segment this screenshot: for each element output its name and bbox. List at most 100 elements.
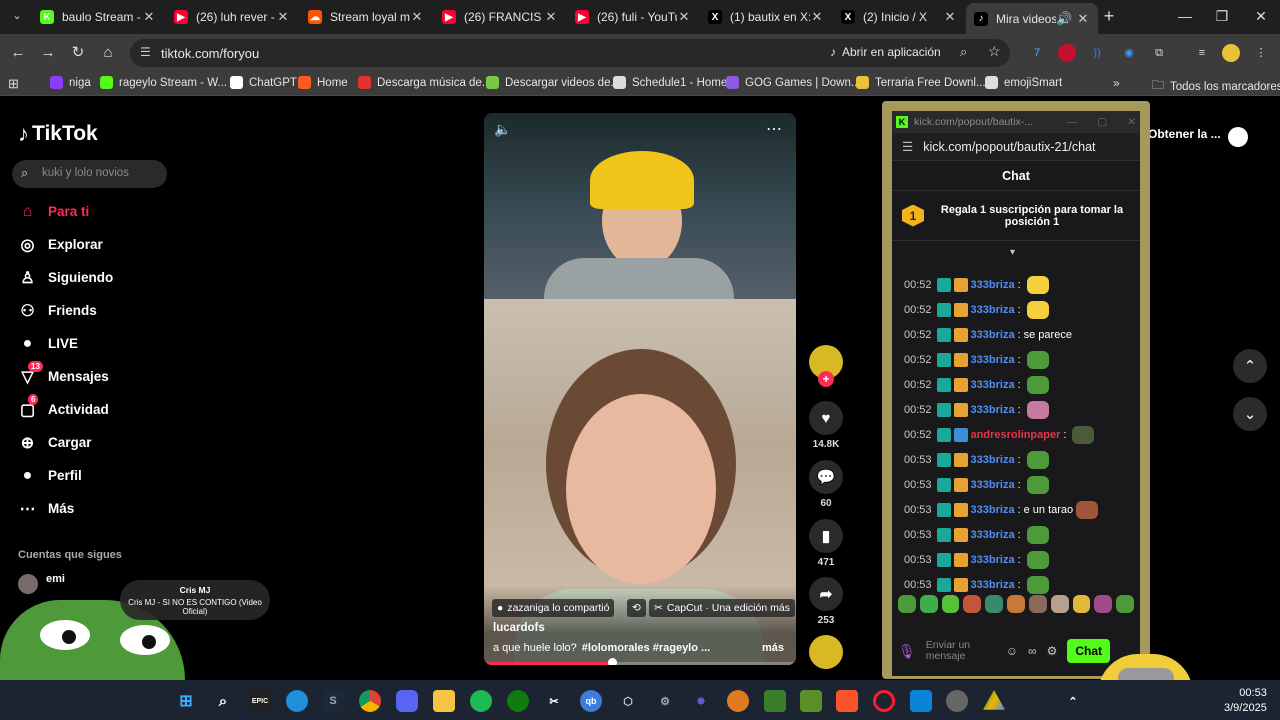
emote-picker-item-icon[interactable] <box>919 595 938 613</box>
site-info-icon[interactable]: ☰ <box>140 45 151 59</box>
next-video-button[interactable]: ⌄ <box>1233 397 1267 431</box>
tab-close-icon[interactable]: ✕ <box>943 9 957 25</box>
bookmark-item[interactable]: Descarga música de... <box>358 76 491 89</box>
pinned-collapse-icon[interactable]: ▾ <box>1010 247 1015 258</box>
emote-picker-item-icon[interactable] <box>963 595 982 613</box>
kick-url[interactable]: kick.com/popout/bautix-21/chat <box>923 140 1095 154</box>
media-control-icon[interactable]: ≡ <box>1193 44 1211 62</box>
opera-icon[interactable] <box>873 690 895 712</box>
extension-2-icon[interactable] <box>1058 44 1076 62</box>
chat-message[interactable]: 00:52 andresrolinpaper: <box>904 425 1095 445</box>
emote-picker-item-icon[interactable] <box>898 595 916 613</box>
emoji-icon[interactable]: ☺ <box>1006 644 1018 658</box>
bookmark-item[interactable]: Terraria Free Downl... <box>856 76 986 89</box>
app-hex-icon[interactable]: ✸ <box>690 690 712 712</box>
gift-sub-banner[interactable]: 1 Regala 1 suscripción para tomar la pos… <box>892 191 1140 241</box>
chat-message[interactable]: 00:52 333briza: <box>904 275 1049 295</box>
nav-item-siguiendo[interactable]: ♙ Siguiendo <box>18 268 113 287</box>
edge-icon[interactable] <box>286 690 308 712</box>
chat-username[interactable]: 333briza <box>971 304 1015 316</box>
bookmarks-overflow-icon[interactable]: » <box>1113 76 1120 90</box>
bookmark-item[interactable]: GOG Games | Down... <box>726 76 860 89</box>
tab-close-icon[interactable]: ✕ <box>410 9 424 25</box>
address-url[interactable]: tiktok.com/foryou <box>161 46 259 61</box>
previous-video-button[interactable]: ⌃ <box>1233 349 1267 383</box>
followed-account-name[interactable]: emi <box>46 573 65 585</box>
tray-overflow-icon[interactable]: ⌃ <box>1062 690 1084 712</box>
nav-item-explorar[interactable]: ◎ Explorar <box>18 235 103 254</box>
nav-item-para-ti[interactable]: ⌂ Para ti <box>18 202 90 221</box>
open-in-app-button[interactable]: ♪ Abrir en aplicación <box>830 45 941 59</box>
theme-toggle[interactable] <box>1228 127 1248 147</box>
save-button[interactable]: ▮ 471 <box>808 519 844 568</box>
emote-picker-item-icon[interactable] <box>941 595 960 613</box>
video-progress-handle[interactable] <box>607 658 617 665</box>
tiktok-logo[interactable]: ♪ TikTok <box>18 121 98 147</box>
drive-icon[interactable] <box>983 690 1005 710</box>
video-player[interactable]: 🔈 ⋯ ● zazaniga lo compartió ⟲ ✂ CapCut ·… <box>484 113 796 665</box>
chat-username[interactable]: 333briza <box>971 329 1015 341</box>
all-bookmarks-folder[interactable]: 🗀 Todos los marcadores <box>1152 76 1280 97</box>
maximize-button[interactable]: ❐ <box>1207 8 1237 25</box>
chat-message[interactable]: 00:53 333briza: e un tarao <box>904 500 1099 520</box>
chat-username[interactable]: andresrolinpaper <box>971 429 1061 441</box>
chat-username[interactable]: 333briza <box>971 279 1015 291</box>
caption-more-link[interactable]: más <box>762 642 784 654</box>
emote-picker-item-icon[interactable] <box>1116 595 1134 613</box>
browser-tab[interactable]: ▶ (26) fuli - YouTu ✕ <box>567 4 699 30</box>
author-avatar-button[interactable]: + <box>808 345 844 387</box>
app-red-dot-icon[interactable] <box>946 690 968 712</box>
emote-picker-item-icon[interactable] <box>1094 595 1113 613</box>
video-more-icon[interactable]: ⋯ <box>766 119 782 139</box>
emote-picker-item-icon[interactable] <box>985 595 1004 613</box>
caption-hashtags[interactable]: #lolomorales #rageylo ... <box>582 642 710 654</box>
qbittorrent-icon[interactable]: qb <box>580 690 602 712</box>
kick-site-info-icon[interactable]: ☰ <box>902 139 913 154</box>
chat-username[interactable]: 333briza <box>971 479 1015 491</box>
xbox-icon[interactable] <box>507 690 529 712</box>
chat-username[interactable]: 333briza <box>971 579 1015 591</box>
tab-close-icon[interactable]: ✕ <box>142 9 156 25</box>
chat-message[interactable]: 00:53 333briza: <box>904 450 1049 470</box>
browser-tab[interactable]: Kbaulo Stream - W✕ <box>32 4 164 30</box>
zoom-icon[interactable]: ⌕ <box>960 44 967 60</box>
browser-tab[interactable]: X (1) bautix en X: ✕ <box>700 4 832 30</box>
chat-message[interactable]: 00:53 333briza: <box>904 575 1049 595</box>
chrome-icon[interactable] <box>359 690 381 712</box>
browser-tab[interactable]: ▶ (26) FRANCIS JE✕ <box>434 4 566 30</box>
kick-close-button[interactable]: ✕ <box>1127 116 1136 128</box>
chat-message[interactable]: 00:52 333briza: <box>904 400 1049 420</box>
browser-tab[interactable]: ▶ (26) luh rever - u ✕ <box>166 4 298 30</box>
chat-send-button[interactable]: Chat <box>1067 639 1111 663</box>
microphone-icon[interactable]: 🎙 <box>898 643 916 660</box>
chat-message[interactable]: 00:52 333briza: <box>904 375 1049 395</box>
app-window-icon[interactable] <box>910 690 932 712</box>
profile-avatar-icon[interactable] <box>1222 44 1240 62</box>
comment-button[interactable]: 💬 60 <box>808 460 844 509</box>
chat-username[interactable]: 333briza <box>971 454 1015 466</box>
tab-search-button[interactable]: ⌄ <box>8 9 26 27</box>
video-progress-bar[interactable] <box>484 662 796 665</box>
bookmark-item[interactable]: Descargar videos de... <box>486 76 620 89</box>
now-playing-notification[interactable]: Cris MJ Cris MJ - SI NO ES CONTIGO (Vide… <box>120 580 270 620</box>
shared-by-pill[interactable]: ● zazaniga lo compartió <box>492 599 615 617</box>
capcut-pill[interactable]: ✂ CapCut · Una edición más <box>649 599 795 617</box>
brave-icon[interactable] <box>836 690 858 712</box>
bookmark-item[interactable]: Home <box>298 76 348 89</box>
reload-button[interactable]: ↻ <box>68 43 88 63</box>
get-app-link[interactable]: Obtener la ... <box>1148 127 1221 141</box>
discord-icon[interactable] <box>396 690 418 712</box>
capcut-taskbar-icon[interactable]: ✂ <box>543 690 565 712</box>
close-window-button[interactable]: ✕ <box>1246 8 1276 25</box>
tab-close-icon[interactable]: ✕ <box>276 9 290 25</box>
follow-plus-icon[interactable]: + <box>818 371 834 387</box>
kick-maximize-button[interactable]: ▢ <box>1097 116 1107 128</box>
bookmark-item[interactable]: rageylo Stream - W... <box>100 76 227 89</box>
nav-item-actividad[interactable]: ▢ 6 Actividad <box>18 394 109 419</box>
nav-item-cargar[interactable]: ⊕ Cargar <box>18 433 92 452</box>
settings-taskbar-icon[interactable]: ⚙ <box>654 690 676 712</box>
tab-close-icon[interactable]: ✕ <box>1076 11 1090 27</box>
bookmark-item[interactable]: niga <box>50 76 91 89</box>
nav-item-friends[interactable]: ⚇ Friends <box>18 301 96 320</box>
chat-message[interactable]: 00:52 333briza: se parece <box>904 325 1072 345</box>
